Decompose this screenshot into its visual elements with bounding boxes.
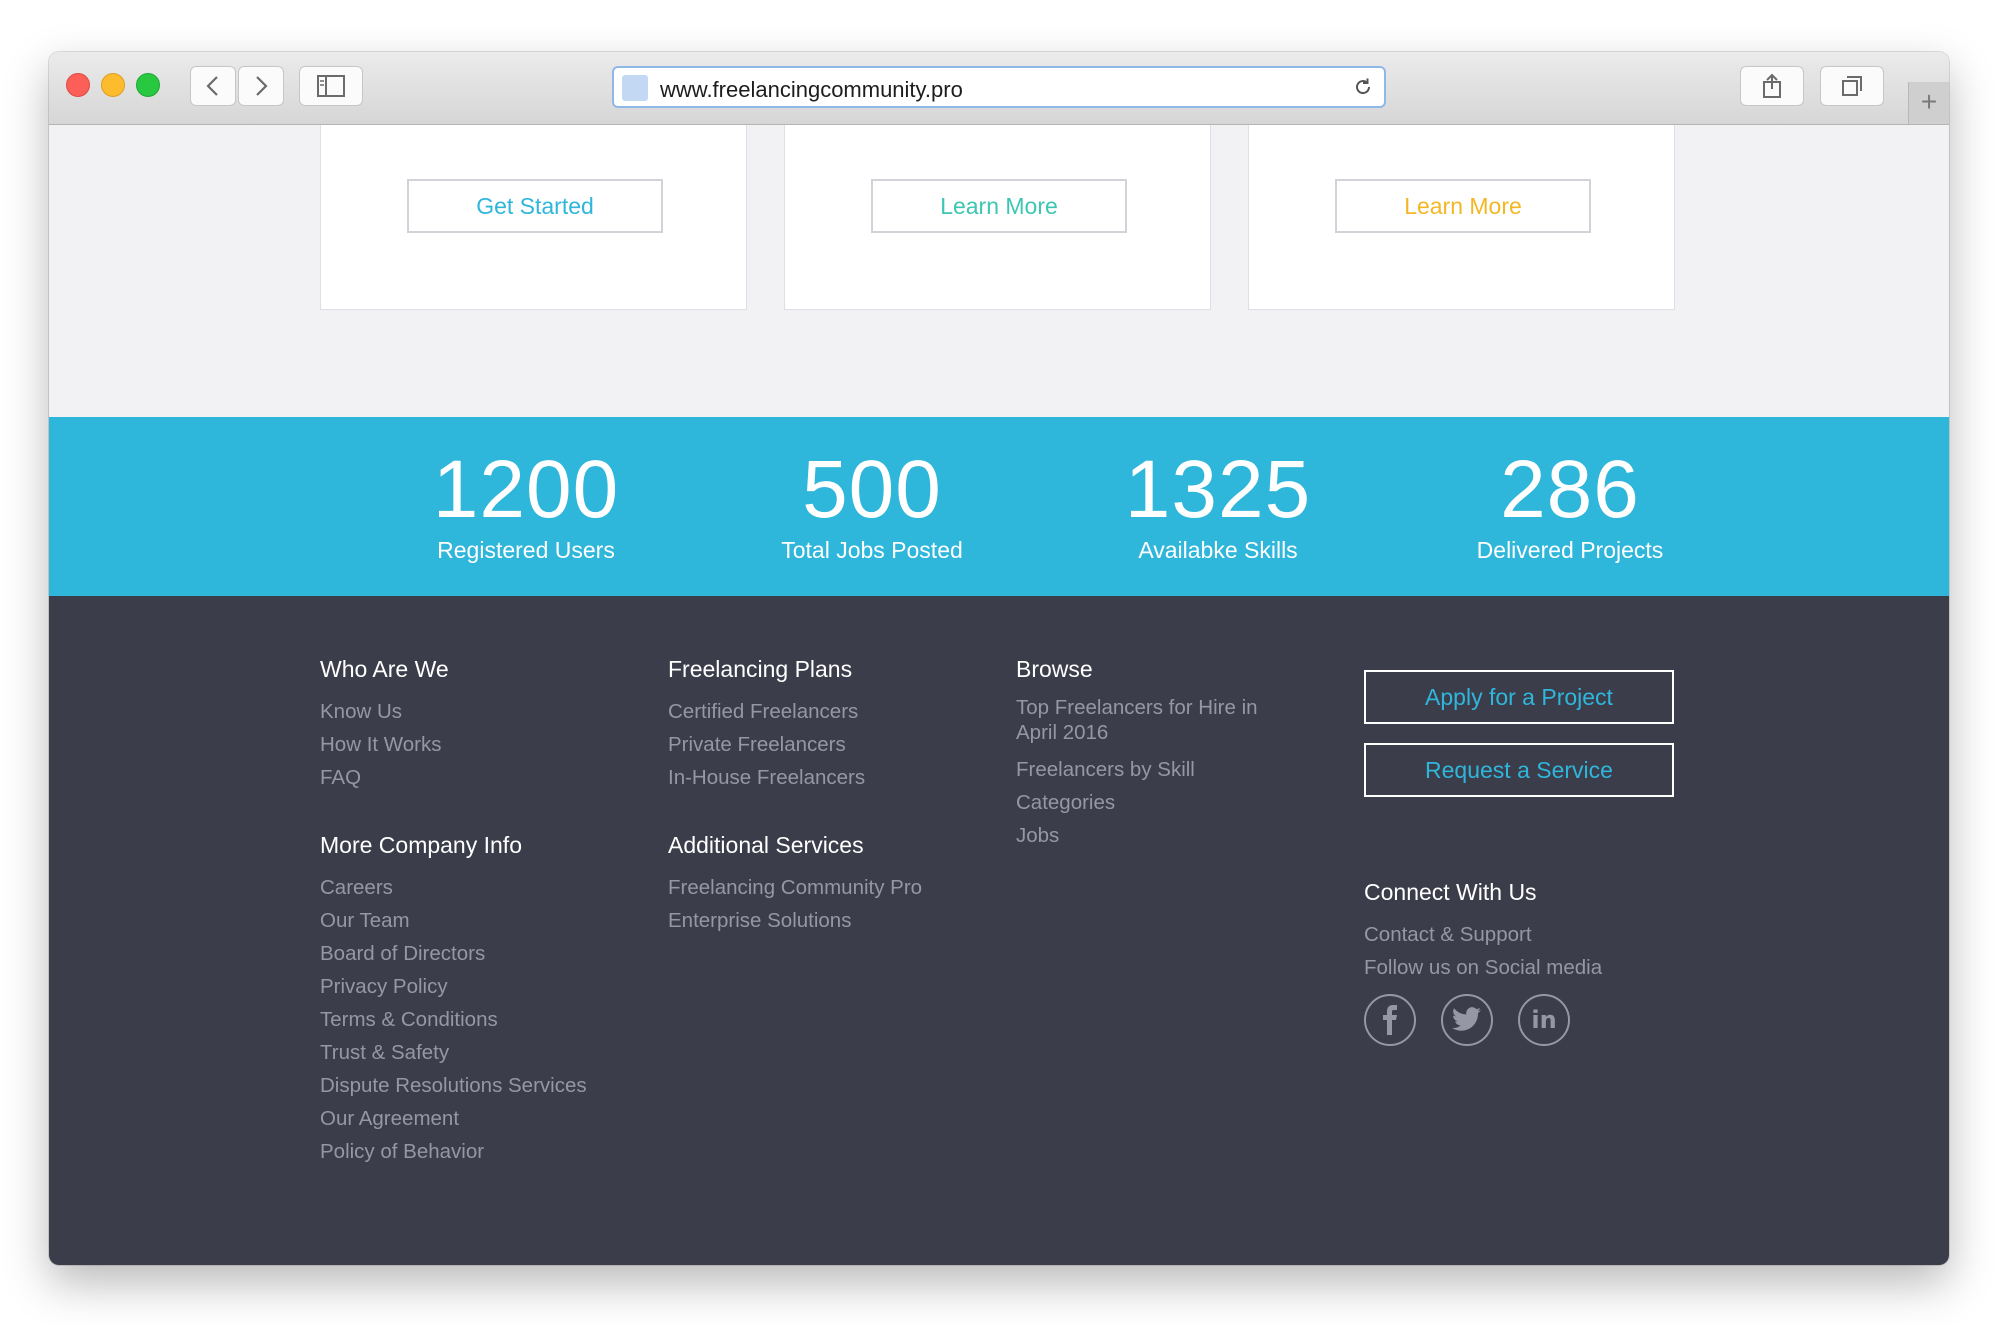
footer-link-by-skill[interactable]: Freelancers by Skill bbox=[1016, 753, 1276, 786]
footer-heading: Additional Services bbox=[668, 832, 864, 858]
footer-col-connect: Apply for a Project Request a Service Co… bbox=[1364, 670, 1674, 1046]
footer-heading: Freelancing Plans bbox=[668, 656, 853, 682]
get-started-button[interactable]: Get Started bbox=[407, 179, 663, 233]
plan-card-1: Get Started bbox=[320, 125, 747, 310]
facebook-icon[interactable] bbox=[1364, 994, 1416, 1046]
browser-window: www.freelancingcommunity.pro + Get Start… bbox=[49, 52, 1949, 1265]
request-service-button[interactable]: Request a Service bbox=[1364, 743, 1674, 797]
page-content: Get Started Learn More Learn More 1200 R… bbox=[49, 125, 1949, 1265]
footer-heading: Browse bbox=[1016, 656, 1093, 682]
url-text[interactable]: www.freelancingcommunity.pro bbox=[660, 77, 963, 103]
footer-link-faq[interactable]: FAQ bbox=[320, 761, 587, 794]
footer-link-enterprise[interactable]: Enterprise Solutions bbox=[668, 904, 922, 937]
footer-link-our-team[interactable]: Our Team bbox=[320, 904, 587, 937]
stat-label: Registered Users bbox=[437, 537, 615, 563]
footer-link-community-pro[interactable]: Freelancing Community Pro bbox=[668, 871, 922, 904]
footer-heading: Who Are We bbox=[320, 656, 449, 682]
stat-value: 1325 bbox=[1124, 444, 1312, 535]
footer-link-top-freelancers[interactable]: Top Freelancers for Hire in April 2016 bbox=[1016, 695, 1276, 745]
browser-toolbar: www.freelancingcommunity.pro + bbox=[49, 52, 1949, 125]
footer-link-behavior[interactable]: Policy of Behavior bbox=[320, 1135, 587, 1168]
stat-available-skills: 1325 Availabke Skills bbox=[1068, 447, 1368, 564]
footer-col-browse: Browse Top Freelancers for Hire in April… bbox=[1016, 656, 1276, 852]
stat-total-jobs: 500 Total Jobs Posted bbox=[722, 447, 1022, 564]
share-button[interactable] bbox=[1740, 66, 1804, 106]
zoom-window-button[interactable] bbox=[136, 73, 160, 97]
sidebar-icon bbox=[317, 75, 345, 97]
plan-card-3: Learn More bbox=[1248, 125, 1675, 310]
footer-link-jobs[interactable]: Jobs bbox=[1016, 819, 1276, 852]
footer-link-how-it-works[interactable]: How It Works bbox=[320, 728, 587, 761]
stat-value: 1200 bbox=[432, 444, 620, 535]
back-button[interactable] bbox=[190, 66, 236, 106]
footer-col-plans: Freelancing Plans Certified Freelancers … bbox=[668, 656, 922, 937]
stat-label: Delivered Projects bbox=[1476, 537, 1664, 563]
site-footer: Who Are We Know Us How It Works FAQ More… bbox=[49, 596, 1949, 1265]
stat-registered-users: 1200 Registered Users bbox=[376, 447, 676, 564]
tabs-icon bbox=[1842, 76, 1862, 96]
footer-link-categories[interactable]: Categories bbox=[1016, 786, 1276, 819]
twitter-icon[interactable] bbox=[1441, 994, 1493, 1046]
linkedin-icon[interactable]: in bbox=[1518, 994, 1570, 1046]
address-bar[interactable]: www.freelancingcommunity.pro bbox=[612, 66, 1386, 108]
footer-link-privacy[interactable]: Privacy Policy bbox=[320, 970, 587, 1003]
chevron-left-icon bbox=[206, 76, 218, 96]
stat-delivered-projects: 286 Delivered Projects bbox=[1420, 447, 1720, 564]
footer-link-private[interactable]: Private Freelancers bbox=[668, 728, 922, 761]
footer-link-trust[interactable]: Trust & Safety bbox=[320, 1036, 587, 1069]
stat-value: 286 bbox=[1500, 444, 1640, 535]
chevron-right-icon bbox=[256, 76, 268, 96]
site-favicon bbox=[622, 75, 648, 101]
stat-label: Availabke Skills bbox=[1138, 537, 1298, 563]
footer-link-careers[interactable]: Careers bbox=[320, 871, 587, 904]
footer-link-terms[interactable]: Terms & Conditions bbox=[320, 1003, 587, 1036]
social-links: in bbox=[1364, 994, 1674, 1046]
stat-label: Total Jobs Posted bbox=[781, 537, 963, 563]
footer-link-contact[interactable]: Contact & Support bbox=[1364, 918, 1674, 951]
footer-link-follow[interactable]: Follow us on Social media bbox=[1364, 951, 1674, 984]
footer-heading: Connect With Us bbox=[1364, 879, 1537, 905]
footer-link-agreement[interactable]: Our Agreement bbox=[320, 1102, 587, 1135]
footer-col-company: Who Are We Know Us How It Works FAQ More… bbox=[320, 656, 587, 1168]
footer-heading: More Company Info bbox=[320, 832, 522, 858]
learn-more-button[interactable]: Learn More bbox=[1335, 179, 1591, 233]
minimize-window-button[interactable] bbox=[101, 73, 125, 97]
close-window-button[interactable] bbox=[66, 73, 90, 97]
stat-value: 500 bbox=[802, 444, 942, 535]
plan-card-2: Learn More bbox=[784, 125, 1211, 310]
forward-button[interactable] bbox=[238, 66, 284, 106]
plus-icon: + bbox=[1920, 86, 1938, 117]
tabs-overview-button[interactable] bbox=[1820, 66, 1884, 106]
share-icon bbox=[1763, 73, 1781, 98]
stats-banner: 1200 Registered Users 500 Total Jobs Pos… bbox=[49, 417, 1949, 596]
footer-link-dispute[interactable]: Dispute Resolutions Services bbox=[320, 1069, 587, 1102]
footer-link-inhouse[interactable]: In-House Freelancers bbox=[668, 761, 922, 794]
footer-link-certified[interactable]: Certified Freelancers bbox=[668, 695, 922, 728]
footer-link-board[interactable]: Board of Directors bbox=[320, 937, 587, 970]
sidebar-toggle-button[interactable] bbox=[299, 66, 363, 106]
new-tab-button[interactable]: + bbox=[1908, 82, 1949, 124]
footer-link-know-us[interactable]: Know Us bbox=[320, 695, 587, 728]
apply-for-project-button[interactable]: Apply for a Project bbox=[1364, 670, 1674, 724]
reload-icon[interactable] bbox=[1352, 76, 1374, 98]
learn-more-button[interactable]: Learn More bbox=[871, 179, 1127, 233]
